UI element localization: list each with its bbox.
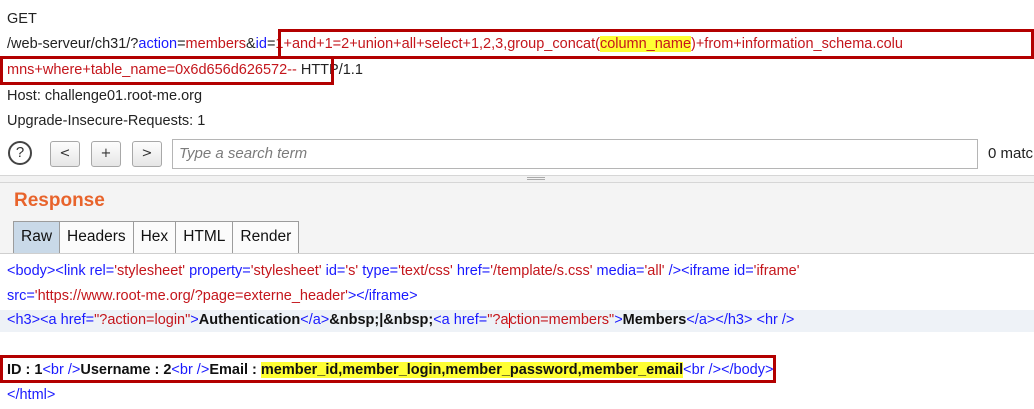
param-action-name: action [138,36,178,52]
attr-href: href= [452,263,491,279]
tag-iframe-open: <iframe [681,263,734,279]
tag-a2-open: <a [433,312,454,328]
response-line-2: src='https://www.root-me.org/?page=exter… [7,287,418,307]
val-a1-href: "?action=login" [94,312,191,328]
tag-iframe-close: ></iframe> [347,288,418,304]
help-icon[interactable]: ? [8,141,32,165]
tag-hr: <hr /> [756,312,795,328]
link-text-authentication: Authentication [198,312,301,328]
tab-raw[interactable]: Raw [13,221,61,253]
response-title: Response [14,190,105,211]
val-iframe-id: 'iframe' [753,263,800,279]
attr-media: media= [592,263,645,279]
response-line-3: <h3><a href="?action=login">Authenticati… [0,310,1034,332]
response-line-6: </html> [7,386,55,406]
result-annotation-box [0,355,776,383]
response-body[interactable]: <body><link rel='stylesheet' property='s… [0,253,1034,409]
pane-splitter[interactable] [0,175,1034,183]
search-bar: ? < + > Type a search term 0 matc [0,139,1034,171]
tab-headers[interactable]: Headers [59,221,134,253]
attr-a2-href: href= [453,312,488,328]
splitter-grip-icon[interactable] [527,177,545,180]
request-method: GET [7,11,37,27]
attr-a1-href: href= [60,312,95,328]
search-next-button[interactable]: > [132,141,162,167]
val-rel: 'stylesheet' [114,263,186,279]
tag-a1-gt: > [190,312,199,328]
tab-render[interactable]: Render [232,221,300,253]
attr-src: src= [7,288,35,304]
tab-hex[interactable]: Hex [132,221,177,253]
param-equals: = [177,36,186,52]
header-upgrade-insecure: Upgrade-Insecure-Requests: 1 [7,113,206,129]
val-src: 'https://www.root-me.org/?page=externe_h… [34,288,348,304]
param-action-value: members [185,36,246,52]
header-host: Host: challenge01.root-me.org [7,88,203,104]
search-input[interactable]: Type a search term [172,139,978,169]
request-path: /web-serveur/ch31/? [7,36,139,52]
attr-iframe-id: id= [733,263,754,279]
tag-a1-open: <a [40,312,61,328]
tag-a2-close: </a> [686,312,716,328]
tag-a2-gt: > [614,312,623,328]
link-text-members: Members [622,312,687,328]
attr-property: property= [185,263,251,279]
attr-type: type= [358,263,399,279]
tag-a1-close: </a> [300,312,330,328]
val-property: 'stylesheet' [250,263,322,279]
nbsp-separator: &nbsp;|&nbsp; [329,312,434,328]
tag-body-open: <body> [7,263,56,279]
attr-id: id= [321,263,346,279]
tag-h3-open: <h3> [7,312,41,328]
response-line-1: <body><link rel='stylesheet' property='s… [7,262,800,282]
tag-link-open: <link [55,263,90,279]
val-a2-href-b: ction=members" [509,312,615,328]
search-add-button[interactable]: + [91,141,121,167]
val-id: 's' [345,263,359,279]
payload-annotation-box-1 [278,29,1034,59]
search-prev-button[interactable]: < [50,141,80,167]
tag-link-close: /> [664,263,682,279]
val-type: 'text/css' [398,263,453,279]
tag-h3-close: </h3> [715,312,753,328]
param-ampersand: & [245,36,256,52]
response-tabs: Raw Headers Hex HTML Render [13,221,300,253]
tab-html[interactable]: HTML [175,221,234,253]
attr-rel: rel= [89,263,115,279]
tag-html-close: </html> [7,387,56,403]
val-href: '/template/s.css' [490,263,593,279]
response-panel: Response Raw Headers Hex HTML Render [0,183,1034,253]
match-count: 0 matc [988,145,1034,162]
val-a2-href-a: "?a [487,312,509,328]
param-id-name: id [255,36,267,52]
val-media: 'all' [644,263,665,279]
payload-annotation-box-2 [0,56,334,85]
